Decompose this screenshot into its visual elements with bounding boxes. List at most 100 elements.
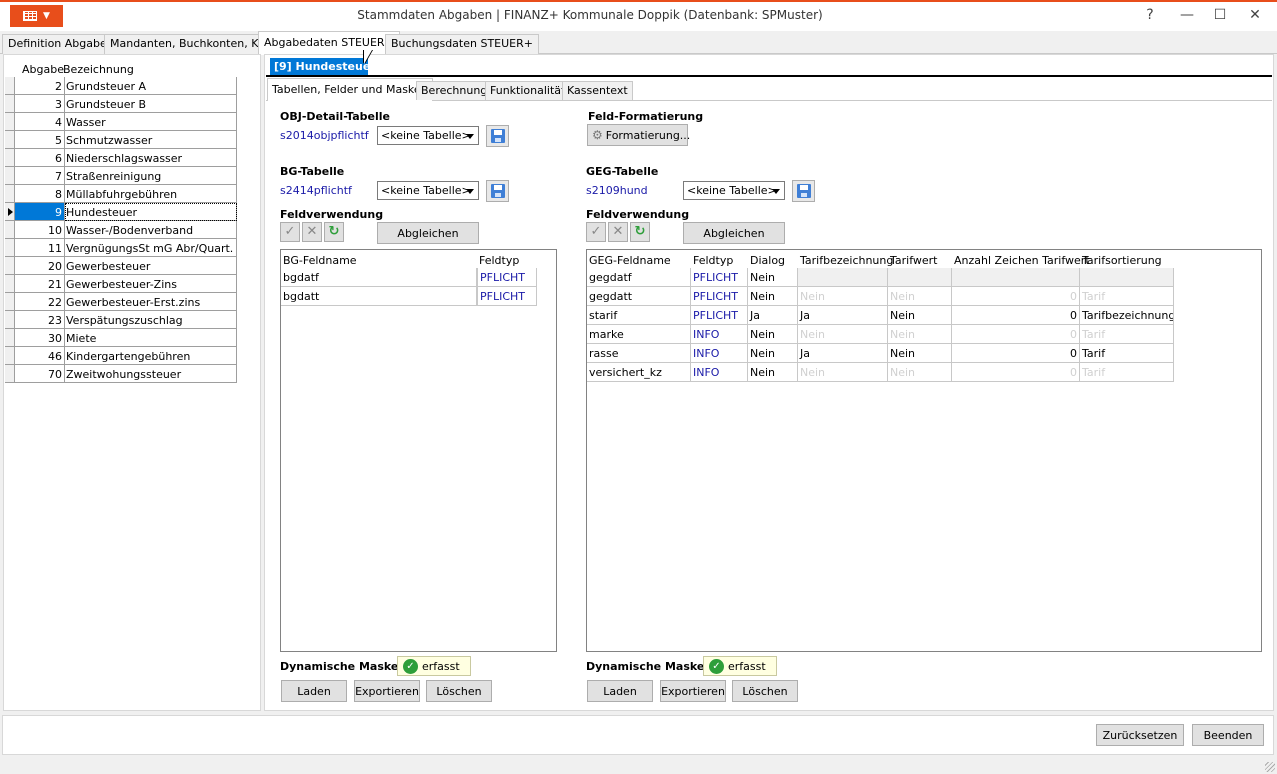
bg-check-icon[interactable]: ✓ bbox=[280, 222, 300, 242]
list-item[interactable]: 23 Verspätungszuschlag bbox=[5, 311, 237, 329]
geg-grid-header[interactable]: GEG-Feldname bbox=[589, 254, 671, 267]
maximize-icon[interactable]: ☐ bbox=[1210, 6, 1230, 24]
list-item[interactable]: 70 Zweitwohungssteuer bbox=[5, 365, 237, 383]
geg-field-type[interactable]: PFLICHT bbox=[691, 287, 748, 306]
geg-grid-header[interactable]: Tarifbezeichnung bbox=[800, 254, 893, 267]
close-button[interactable]: Beenden bbox=[1192, 724, 1264, 746]
list-item[interactable]: 2 Grundsteuer A bbox=[5, 77, 237, 95]
geg-field-type[interactable]: PFLICHT bbox=[691, 306, 748, 325]
geg-field-name[interactable]: marke bbox=[587, 325, 691, 344]
geg-tarifsortierung[interactable]: Tarif bbox=[1080, 287, 1174, 306]
tab-berechnung[interactable]: Berechnung bbox=[416, 81, 493, 100]
tab-kassentext[interactable]: Kassentext bbox=[562, 81, 633, 100]
geg-refresh-icon[interactable]: ↻ bbox=[630, 222, 650, 242]
list-item[interactable]: 9 Hundesteuer bbox=[5, 203, 237, 221]
geg-dialog[interactable]: Nein bbox=[748, 325, 798, 344]
bg-save-button[interactable] bbox=[486, 180, 509, 202]
geg-anzahl-zeichen[interactable]: 0 bbox=[952, 325, 1080, 344]
geg-tarifbezeichnung[interactable]: Nein bbox=[798, 287, 888, 306]
bg-table-select[interactable]: <keine Tabelle> bbox=[377, 181, 479, 200]
geg-grid-header[interactable]: Tarifwert bbox=[890, 254, 938, 267]
geg-remove-icon[interactable]: ✕ bbox=[608, 222, 628, 242]
list-item[interactable]: 4 Wasser bbox=[5, 113, 237, 131]
resize-grip[interactable] bbox=[1265, 762, 1275, 772]
geg-field-name[interactable]: starif bbox=[587, 306, 691, 325]
geg-field-name[interactable]: rasse bbox=[587, 344, 691, 363]
bg-field-type[interactable]: PFLICHT bbox=[477, 287, 537, 306]
list-item[interactable]: 7 Straßenreinigung bbox=[5, 167, 237, 185]
geg-dialog[interactable]: Nein bbox=[748, 287, 798, 306]
bg-abgleichen-button[interactable]: Abgleichen bbox=[377, 222, 479, 244]
geg-tarifwert[interactable]: Nein bbox=[888, 287, 952, 306]
bg-grid-header-feldtyp[interactable]: Feldtyp bbox=[479, 254, 519, 267]
geg-anzahl-zeichen[interactable]: 0 bbox=[952, 287, 1080, 306]
geg-exportieren-button[interactable]: Exportieren bbox=[660, 680, 726, 702]
bg-grid-header-feldname[interactable]: BG-Feldname bbox=[283, 254, 357, 267]
geg-tarifsortierung[interactable]: Tarif bbox=[1080, 344, 1174, 363]
bg-field-type[interactable]: PFLICHT bbox=[477, 268, 537, 287]
geg-tarifbezeichnung[interactable]: Ja bbox=[798, 344, 888, 363]
tab-tabellen-felder-masken[interactable]: Tabellen, Felder und Masken bbox=[267, 78, 433, 101]
geg-loeschen-button[interactable]: Löschen bbox=[732, 680, 798, 702]
geg-save-button[interactable] bbox=[792, 180, 815, 202]
geg-field-name[interactable]: gegdatt bbox=[587, 287, 691, 306]
column-header-bezeichnung[interactable]: Bezeichnung bbox=[63, 63, 134, 76]
bg-field-name[interactable]: bgdatt bbox=[281, 287, 477, 306]
geg-tarifsortierung[interactable] bbox=[1080, 268, 1174, 287]
bg-refresh-icon[interactable]: ↻ bbox=[324, 222, 344, 242]
tab-abgabedaten-steuer[interactable]: Abgabedaten STEUER+ bbox=[258, 31, 400, 55]
geg-anzahl-zeichen[interactable]: 0 bbox=[952, 306, 1080, 325]
geg-field-type[interactable]: INFO bbox=[691, 363, 748, 382]
geg-grid-header[interactable]: Tarifsortierung bbox=[1082, 254, 1162, 267]
geg-anzahl-zeichen[interactable]: 0 bbox=[952, 344, 1080, 363]
geg-dialog[interactable]: Nein bbox=[748, 344, 798, 363]
geg-dialog[interactable]: Nein bbox=[748, 363, 798, 382]
formatierung-button[interactable]: ⚙ Formatierung... bbox=[587, 124, 690, 146]
geg-tarifwert[interactable] bbox=[888, 268, 952, 287]
geg-anzahl-zeichen[interactable]: 0 bbox=[952, 363, 1080, 382]
geg-grid-header[interactable]: Dialog bbox=[750, 254, 785, 267]
geg-grid-header[interactable]: Feldtyp bbox=[693, 254, 733, 267]
tab-funktionalitaet[interactable]: Funktionalität bbox=[485, 81, 571, 100]
geg-dialog[interactable]: Nein bbox=[748, 268, 798, 287]
list-item[interactable]: 8 Müllabfuhrgebühren bbox=[5, 185, 237, 203]
tab-mandanten[interactable]: Mandanten, Buchkonten, KLR bbox=[104, 34, 279, 54]
geg-tarifsortierung[interactable]: Tarifbezeichnung bbox=[1080, 306, 1174, 325]
geg-grid-header[interactable]: Anzahl Zeichen Tarifwert bbox=[954, 254, 1090, 267]
geg-tarifbezeichnung[interactable]: Nein bbox=[798, 325, 888, 344]
geg-laden-button[interactable]: Laden bbox=[587, 680, 653, 702]
list-item[interactable]: 11 VergnügungsSt mG Abr/Quart. bbox=[5, 239, 237, 257]
bg-exportieren-button[interactable]: Exportieren bbox=[354, 680, 420, 702]
list-item[interactable]: 6 Niederschlagswasser bbox=[5, 149, 237, 167]
geg-field-name[interactable]: versichert_kz bbox=[587, 363, 691, 382]
column-header-abgabe[interactable]: Abgabe bbox=[22, 63, 64, 76]
geg-tarifwert[interactable]: Nein bbox=[888, 363, 952, 382]
geg-dialog[interactable]: Ja bbox=[748, 306, 798, 325]
obj-save-button[interactable] bbox=[486, 125, 509, 147]
reset-button[interactable]: Zurücksetzen bbox=[1096, 724, 1184, 746]
geg-tarifwert[interactable]: Nein bbox=[888, 306, 952, 325]
list-item[interactable]: 22 Gewerbesteuer-Erst.zins bbox=[5, 293, 237, 311]
bg-remove-icon[interactable]: ✕ bbox=[302, 222, 322, 242]
geg-abgleichen-button[interactable]: Abgleichen bbox=[683, 222, 785, 244]
list-item[interactable]: 20 Gewerbesteuer bbox=[5, 257, 237, 275]
list-item[interactable]: 46 Kindergartengebühren bbox=[5, 347, 237, 365]
list-item[interactable]: 5 Schmutzwasser bbox=[5, 131, 237, 149]
close-icon[interactable]: ✕ bbox=[1245, 6, 1265, 24]
obj-table-select[interactable]: <keine Tabelle> bbox=[377, 126, 479, 145]
minimize-icon[interactable]: — bbox=[1177, 6, 1197, 24]
geg-anzahl-zeichen[interactable] bbox=[952, 268, 1080, 287]
geg-table-select[interactable]: <keine Tabelle> bbox=[683, 181, 785, 200]
tab-definition-abgaben[interactable]: Definition Abgaben bbox=[2, 34, 120, 54]
geg-check-icon[interactable]: ✓ bbox=[586, 222, 606, 242]
geg-tarifsortierung[interactable]: Tarif bbox=[1080, 363, 1174, 382]
geg-tarifbezeichnung[interactable]: Nein bbox=[798, 363, 888, 382]
geg-tarifbezeichnung[interactable]: Ja bbox=[798, 306, 888, 325]
bg-laden-button[interactable]: Laden bbox=[281, 680, 347, 702]
geg-tarifwert[interactable]: Nein bbox=[888, 325, 952, 344]
geg-tarifwert[interactable]: Nein bbox=[888, 344, 952, 363]
list-item[interactable]: 21 Gewerbesteuer-Zins bbox=[5, 275, 237, 293]
list-item[interactable]: 10 Wasser-/Bodenverband bbox=[5, 221, 237, 239]
bg-field-name[interactable]: bgdatf bbox=[281, 268, 477, 287]
app-menu-button[interactable]: ▼ bbox=[10, 5, 63, 27]
